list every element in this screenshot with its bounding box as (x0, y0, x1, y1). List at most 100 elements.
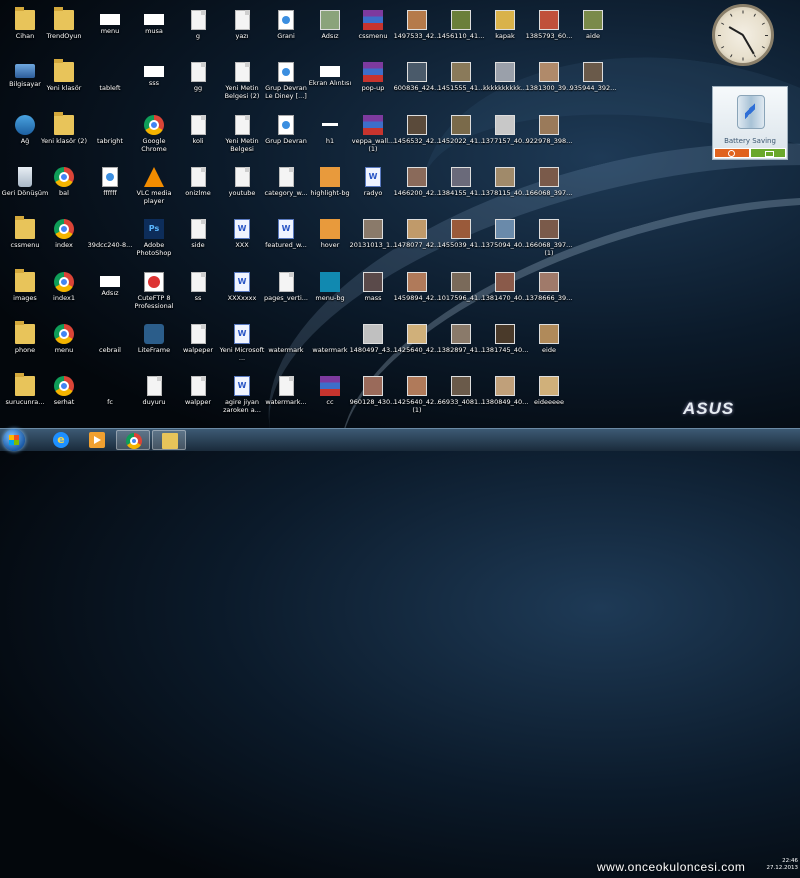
desktop-icon[interactable]: yazı (217, 6, 267, 58)
desktop-icon[interactable]: 1378666_39... (524, 268, 574, 320)
desktop-icon[interactable]: eideeeee (524, 372, 574, 424)
desktop-icon[interactable]: 1466200_42... (392, 163, 442, 215)
desktop-icon[interactable]: Yeni klasör (2) (39, 111, 89, 163)
desktop-icon[interactable]: gg (173, 58, 223, 110)
desktop-icon[interactable]: serhat (39, 372, 89, 424)
desktop-icon[interactable]: 66933_4081... (436, 372, 486, 424)
desktop-icon[interactable]: 1381745_40... (480, 320, 530, 372)
desktop-icon[interactable]: aide (568, 6, 618, 58)
desktop-icon[interactable]: 1456532_42... (392, 111, 442, 163)
desktop-icon[interactable]: ffffff (85, 163, 135, 215)
desktop-icon[interactable]: category_w... (261, 163, 311, 215)
desktop-icon[interactable]: bal (39, 163, 89, 215)
desktop-icon[interactable]: 1452022_41... (436, 111, 486, 163)
desktop-icon[interactable]: kkkkkkkkkk... (480, 58, 530, 110)
desktop-icon[interactable]: sss (129, 58, 179, 110)
desktop-icon[interactable]: koli (173, 111, 223, 163)
taskbar-media-player[interactable] (80, 430, 114, 450)
desktop-icon[interactable]: walpper (173, 372, 223, 424)
desktop-icon[interactable]: pages_verti... (261, 268, 311, 320)
desktop[interactable]: Cihan TrendOyun menu musa g yazı Grani Adsız css… (0, 0, 800, 428)
desktop-icon[interactable]: 20131013_1... (348, 215, 398, 267)
desktop-icon[interactable]: 39dcc240-8... (85, 215, 135, 267)
desktop-icon[interactable]: Grup Devran Le Diney [...] (261, 58, 311, 110)
desktop-icon[interactable]: 1385793_60... (524, 6, 574, 58)
desktop-icon[interactable]: W XXX (217, 215, 267, 267)
desktop-icon[interactable]: musa (129, 6, 179, 58)
desktop-icon[interactable]: Grup Devran (261, 111, 311, 163)
desktop-icon[interactable]: 166068_397... (1) (524, 215, 574, 267)
desktop-icon[interactable]: cssmenu (348, 6, 398, 58)
desktop-icon[interactable]: 1380849_40... (480, 372, 530, 424)
clock-gadget[interactable] (712, 4, 774, 66)
desktop-icon[interactable]: tableft (85, 58, 135, 110)
desktop-icon[interactable]: Yeni klasör (39, 58, 89, 110)
battery-status-button[interactable] (750, 148, 786, 158)
desktop-icon[interactable]: 960128_430... (348, 372, 398, 424)
desktop-icon[interactable]: 1384155_41... (436, 163, 486, 215)
desktop-icon[interactable]: index1 (39, 268, 89, 320)
taskbar-ie[interactable]: e (44, 430, 78, 450)
desktop-icon[interactable]: Ps Adobe PhotoShop (129, 215, 179, 267)
desktop-icon[interactable]: watermark... (261, 372, 311, 424)
desktop-icon[interactable]: VLC media player (129, 163, 179, 215)
desktop-icon[interactable]: 1381470_40... (480, 268, 530, 320)
taskbar-chrome[interactable] (116, 430, 150, 450)
desktop-icon[interactable]: onizlme (173, 163, 223, 215)
desktop-icon[interactable]: Grani (261, 6, 311, 58)
taskbar-explorer[interactable] (152, 430, 186, 450)
desktop-icon[interactable]: TrendOyun (39, 6, 89, 58)
desktop-icon[interactable]: duyuru (129, 372, 179, 424)
desktop-icon[interactable]: walpeper (173, 320, 223, 372)
start-button[interactable] (3, 429, 25, 451)
desktop-icon[interactable]: Wradyo (348, 163, 398, 215)
desktop-icon[interactable]: Wagire jiyan zaroken a... (217, 372, 267, 424)
desktop-icon[interactable]: index (39, 215, 89, 267)
desktop-icon[interactable]: menu (85, 6, 135, 58)
desktop-icon[interactable]: cebrail (85, 320, 135, 372)
power-plan-button[interactable] (714, 148, 750, 158)
desktop-icon[interactable]: fc (85, 372, 135, 424)
desktop-icon[interactable]: CuteFTP 8 Professional (129, 268, 179, 320)
desktop-icon[interactable]: 1455039_41... (436, 215, 486, 267)
desktop-icon[interactable]: g (173, 6, 223, 58)
desktop-icon[interactable]: Google Chrome (129, 111, 179, 163)
desktop-icon[interactable]: mass (348, 268, 398, 320)
desktop-icon[interactable]: 166068_397... (524, 163, 574, 215)
desktop-icon[interactable]: eide (524, 320, 574, 372)
desktop-icon[interactable]: 1425640_42... (1) (392, 372, 442, 424)
desktop-icon[interactable]: side (173, 215, 223, 267)
desktop-icon[interactable]: 1480497_43... (348, 320, 398, 372)
desktop-icon[interactable]: Adsız (85, 268, 135, 320)
desktop-icon[interactable]: Yeni Metin Belgesi (2) (217, 58, 267, 110)
desktop-icon[interactable]: ss (173, 268, 223, 320)
desktop-icon[interactable]: Yeni Metin Belgesi (217, 111, 267, 163)
desktop-icon[interactable]: LiteFrame (129, 320, 179, 372)
desktop-icon[interactable]: 1456110_41... (436, 6, 486, 58)
system-clock[interactable]: 22:46 27.12.2013 (758, 858, 799, 878)
desktop-icon[interactable]: veppa_wall... (1) (348, 111, 398, 163)
desktop-icon[interactable]: 1451555_41... (436, 58, 486, 110)
desktop-icon[interactable]: kapak (480, 6, 530, 58)
desktop-icon[interactable]: menu (39, 320, 89, 372)
desktop-icon[interactable]: 1378115_40... (480, 163, 530, 215)
desktop-icon[interactable]: 1375094_40... (480, 215, 530, 267)
desktop-icon[interactable]: 1459894_42... (392, 268, 442, 320)
desktop-icon[interactable]: pop-up (348, 58, 398, 110)
desktop-icon[interactable]: Wfeatured_w... (261, 215, 311, 267)
desktop-icon[interactable]: 1017596_41... (436, 268, 486, 320)
battery-gadget[interactable]: Battery Saving (712, 86, 788, 160)
desktop-icon[interactable]: W Yeni Microsoft ... (217, 320, 267, 372)
desktop-icon[interactable]: 1497533_42... (392, 6, 442, 58)
desktop-icon[interactable]: 1382897_41... (436, 320, 486, 372)
desktop-icon[interactable]: 922978_398... (524, 111, 574, 163)
desktop-icon[interactable]: watermark (261, 320, 311, 372)
desktop-icon[interactable]: 600836_424... (392, 58, 442, 110)
desktop-icon[interactable]: 1381300_39... (524, 58, 574, 110)
desktop-icon[interactable]: 1425640_42... (392, 320, 442, 372)
desktop-icon[interactable]: tabright (85, 111, 135, 163)
desktop-icon[interactable]: W XXXxxxx (217, 268, 267, 320)
desktop-icon[interactable]: youtube (217, 163, 267, 215)
desktop-icon[interactable]: 1377157_40... (480, 111, 530, 163)
desktop-icon[interactable]: 1478077_42... (392, 215, 442, 267)
